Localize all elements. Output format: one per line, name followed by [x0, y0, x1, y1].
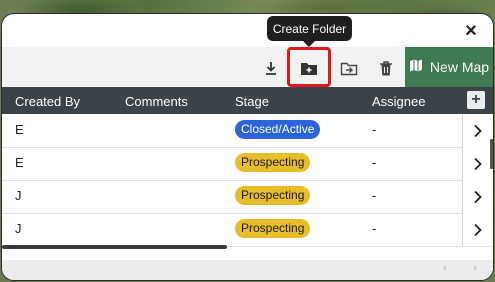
- chevron-right-icon[interactable]: [462, 147, 493, 180]
- created-by-cell: J: [15, 188, 22, 203]
- chevron-right-icon[interactable]: [462, 180, 493, 213]
- created-by-cell: E: [15, 122, 24, 137]
- vertical-scrollbar[interactable]: [490, 139, 493, 169]
- table-footer: ‹ ›: [2, 260, 493, 280]
- assignee-cell: -: [372, 221, 377, 236]
- header-stage[interactable]: Stage: [235, 94, 269, 109]
- table-row[interactable]: J Prospecting -: [2, 213, 493, 247]
- stage-badge: Closed/Active: [235, 120, 321, 139]
- map-icon: [409, 59, 423, 75]
- table-row[interactable]: J Prospecting -: [2, 180, 493, 214]
- download-icon[interactable]: [260, 57, 282, 79]
- chevron-right-icon[interactable]: [462, 114, 493, 147]
- created-by-cell: J: [15, 221, 22, 236]
- new-map-label: New Map: [429, 59, 490, 75]
- add-column-button[interactable]: +: [467, 91, 485, 109]
- table-row[interactable]: E Closed/Active -: [2, 114, 493, 148]
- scroll-right-icon[interactable]: ›: [473, 262, 477, 274]
- move-to-folder-icon[interactable]: [338, 57, 360, 79]
- scroll-left-icon[interactable]: ‹: [443, 262, 447, 274]
- chevron-right-icon[interactable]: [462, 213, 493, 246]
- header-created-by[interactable]: Created By: [15, 94, 80, 109]
- horizontal-scrollbar[interactable]: [2, 245, 227, 249]
- close-button[interactable]: ×: [461, 20, 481, 42]
- created-by-cell: E: [15, 155, 24, 170]
- assignee-cell: -: [372, 155, 377, 170]
- table-row[interactable]: E Prospecting -: [2, 147, 493, 181]
- stage-badge: Prospecting: [235, 186, 311, 205]
- create-folder-tooltip: Create Folder: [267, 16, 352, 47]
- table-header: Created By Comments Stage Assignee +: [2, 87, 493, 114]
- assignee-cell: -: [372, 188, 377, 203]
- stage-badge: Prospecting: [235, 153, 311, 172]
- stage-badge: Prospecting: [235, 219, 311, 238]
- assignee-cell: -: [372, 122, 377, 137]
- header-comments[interactable]: Comments: [125, 94, 188, 109]
- delete-icon[interactable]: [375, 57, 397, 79]
- header-assignee[interactable]: Assignee: [372, 94, 425, 109]
- toolbar: New Map: [2, 47, 493, 87]
- new-map-button[interactable]: New Map: [405, 47, 493, 87]
- folder-panel: × New Map Created By Comments Stage Assi…: [2, 14, 493, 280]
- highlight-box: [287, 47, 331, 87]
